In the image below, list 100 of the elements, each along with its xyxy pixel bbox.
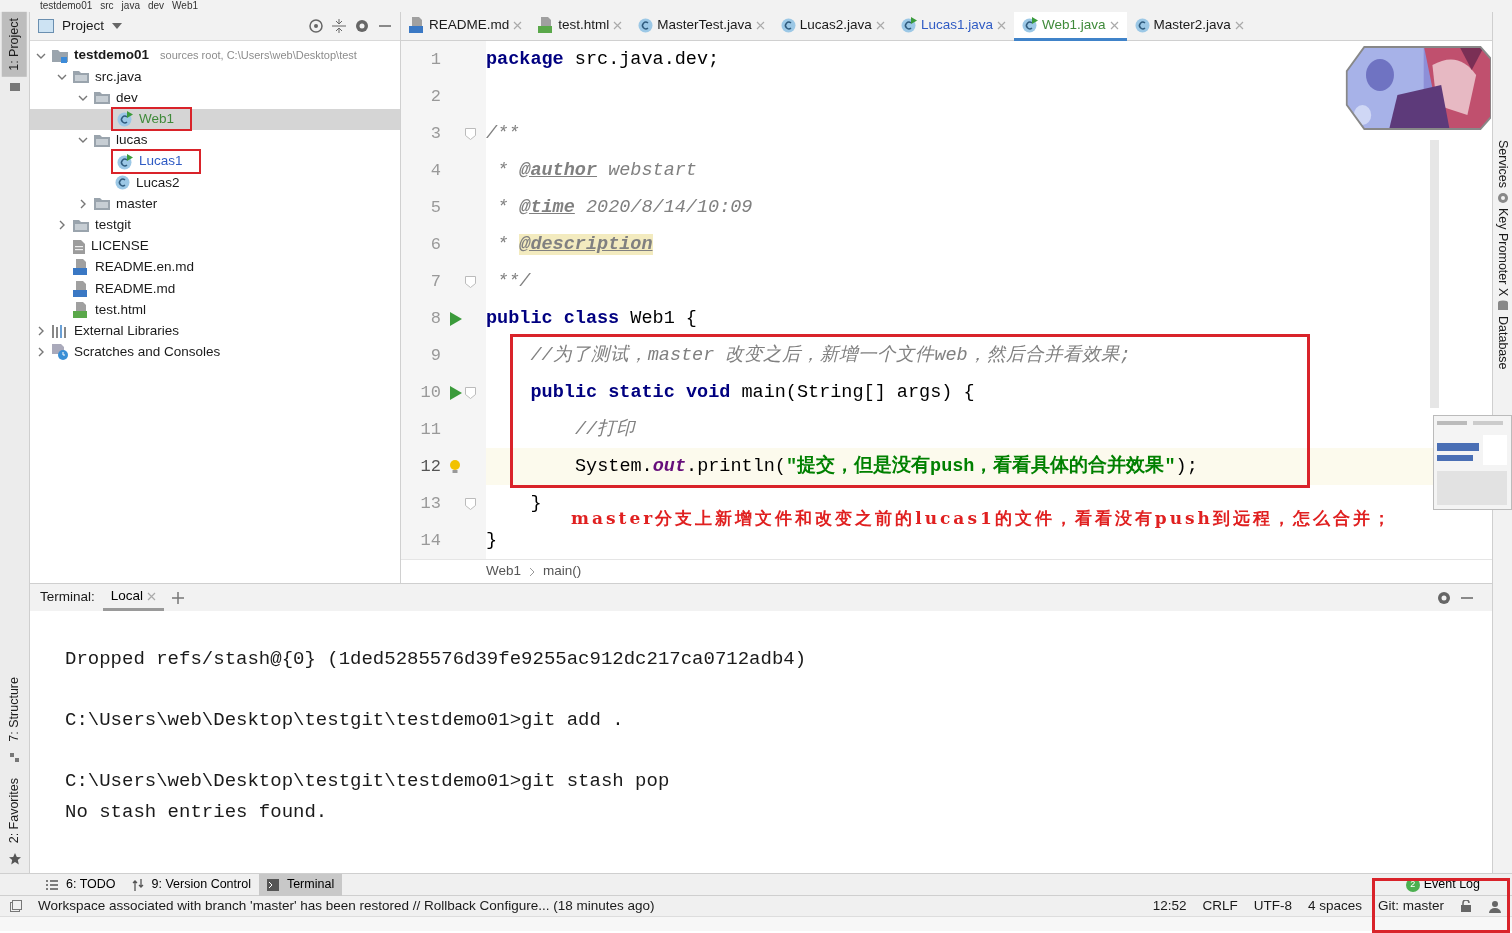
code-line: public class Web1 { <box>486 306 697 331</box>
code-line: public static void main(String[] args) { <box>529 380 975 405</box>
tree-item[interactable]: Lucas1 <box>137 151 185 172</box>
line-number: 1 <box>429 48 441 71</box>
structure-icon <box>8 751 21 764</box>
line-number: 5 <box>429 196 441 219</box>
tree-item[interactable]: README.en.md <box>93 257 197 278</box>
editor-tab[interactable]: Lucas1.java <box>892 12 1014 41</box>
terminal-title: Terminal: <box>39 588 95 607</box>
tool-window-tab[interactable]: Key Promoter X <box>1491 203 1512 301</box>
tool-window-tab[interactable]: 7: Structure <box>2 671 27 748</box>
fold-icon[interactable] <box>465 386 476 399</box>
editor-tab[interactable]: Lucas2.java <box>772 12 893 41</box>
editor-tab[interactable]: Web1.java <box>1013 12 1127 41</box>
tool-window-tab[interactable]: 2: Favorites <box>2 771 27 849</box>
editor-tab[interactable]: README.md <box>401 12 531 41</box>
breadcrumb-item[interactable]: main() <box>543 561 582 582</box>
tool-window-tab[interactable]: Database <box>1491 312 1512 374</box>
tree-item[interactable]: External Libraries <box>72 320 182 342</box>
add-icon[interactable] <box>172 591 185 604</box>
code-line: //打印 <box>574 417 636 442</box>
code-line: } <box>486 528 498 553</box>
terminal-line: No stash entries found. <box>65 800 329 825</box>
close-icon[interactable] <box>1234 20 1244 30</box>
lock-icon[interactable] <box>1460 900 1472 912</box>
chevron-icon <box>529 566 536 577</box>
star-icon <box>8 853 21 865</box>
line-number: 3 <box>429 122 441 145</box>
status-message: Workspace associated with branch 'master' has been restored // Rollback Configure... (18 minutes ago) <box>38 896 655 915</box>
tool-tab[interactable]: 6: TODO <box>38 873 124 896</box>
tool-tab[interactable]: 9: Version Control <box>123 873 259 896</box>
tree-item[interactable]: testgit <box>93 214 134 236</box>
tool-window-tab[interactable]: Services <box>1491 136 1512 192</box>
breadcrumb-item[interactable]: src <box>100 0 114 11</box>
breadcrumb-item[interactable]: dev <box>147 0 165 11</box>
scrollbar[interactable] <box>1430 140 1439 408</box>
close-icon[interactable] <box>513 20 523 30</box>
terminal-icon <box>266 878 279 891</box>
tree-item[interactable]: lucas <box>114 130 150 151</box>
line-number: 8 <box>429 307 441 330</box>
person-icon[interactable] <box>1488 899 1502 913</box>
tool-tab[interactable]: Terminal <box>258 873 343 896</box>
session-tab[interactable]: Local <box>102 583 165 612</box>
tree-item[interactable]: Lucas2 <box>134 172 182 193</box>
editor-tab[interactable]: MasterTest.java <box>630 12 773 41</box>
tree-item[interactable]: dev <box>114 87 140 109</box>
status-item[interactable]: 4 spaces <box>1307 895 1362 917</box>
tree-item[interactable]: Scratches and Consoles <box>72 342 223 363</box>
notifications-icon[interactable] <box>10 900 22 912</box>
tree-item[interactable]: master <box>114 193 160 215</box>
breadcrumb-item[interactable]: testdemo01 <box>40 0 93 11</box>
tree-item[interactable]: README.md <box>93 278 178 299</box>
locate-icon[interactable] <box>308 18 324 34</box>
breadcrumb-item[interactable]: java <box>121 0 140 11</box>
tool-window-tab[interactable]: 1: Project <box>2 12 27 77</box>
dropdown-arrow-icon[interactable] <box>112 23 123 29</box>
close-icon[interactable] <box>755 20 765 30</box>
path-hint: sources root, C:\Users\web\Desktop\test <box>160 48 357 64</box>
editor-tab[interactable]: test.html <box>530 12 631 41</box>
line-number: 14 <box>419 529 441 552</box>
line-number: 4 <box>429 159 441 182</box>
fold-icon[interactable] <box>465 127 476 140</box>
code-line: package src.java.dev; <box>486 47 720 72</box>
terminal-line: C:\Users\web\Desktop\testgit\testdemo01>git stash pop <box>65 769 671 794</box>
collapse-all-icon[interactable] <box>332 19 346 33</box>
panel-title[interactable]: Project <box>62 15 105 37</box>
status-item[interactable]: CRLF <box>1202 895 1238 917</box>
run-icon[interactable] <box>449 384 463 401</box>
line-number: 12 <box>419 455 441 478</box>
status-item[interactable]: 12:52 <box>1152 895 1187 917</box>
close-icon[interactable] <box>613 20 623 30</box>
close-icon[interactable] <box>147 591 157 601</box>
breadcrumb-item[interactable]: Web1 <box>172 0 199 11</box>
code-line: * @author webstart <box>496 158 697 183</box>
run-icon[interactable] <box>449 310 463 327</box>
line-number: 13 <box>419 492 441 515</box>
status-item[interactable]: Git: master <box>1378 895 1444 917</box>
tree-item[interactable]: src.java <box>93 66 144 87</box>
status-item[interactable]: UTF-8 <box>1253 895 1292 917</box>
tree-item[interactable]: test.html <box>93 299 148 320</box>
settings-icon[interactable] <box>1436 589 1452 606</box>
breadcrumb-item[interactable]: Web1 <box>486 561 522 582</box>
settings-icon[interactable] <box>354 18 370 34</box>
close-icon[interactable] <box>996 20 1006 30</box>
close-icon[interactable] <box>875 20 885 30</box>
line-number: 6 <box>429 233 441 256</box>
line-number: 10 <box>419 381 441 404</box>
code-line: System.out.println("提交，但是没有push，看看具体的合并效果"); <box>574 453 1198 479</box>
fold-icon[interactable] <box>465 275 476 288</box>
panel-icon <box>38 19 54 33</box>
tree-item[interactable]: LICENSE <box>89 236 151 257</box>
close-icon[interactable] <box>1109 20 1119 30</box>
tree-item[interactable]: testdemo01 <box>72 45 152 66</box>
lightbulb-icon[interactable] <box>449 458 461 475</box>
code-line: } <box>529 491 542 516</box>
terminal-line: C:\Users\web\Desktop\testgit\testdemo01>git add . <box>65 708 625 733</box>
annotation-note: master分支上新增文件和改变之前的lucas1的文件，看看没有push到远程，怎么合并； <box>571 507 1393 530</box>
editor-tab[interactable]: Master2.java <box>1126 12 1252 41</box>
code-line: * @time 2020/8/14/10:09 <box>496 195 753 220</box>
fold-icon[interactable] <box>465 497 476 510</box>
